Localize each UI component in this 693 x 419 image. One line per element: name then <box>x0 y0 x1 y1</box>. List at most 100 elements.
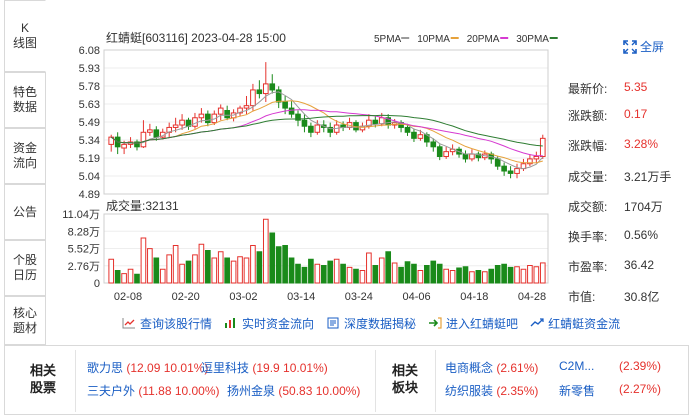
info-label: 市盈率: <box>568 260 608 274</box>
tab-feature-data[interactable]: 特色 数据 <box>4 72 46 128</box>
info-value: 0.17 <box>624 107 648 121</box>
link-realtime-fund-flow[interactable]: 实时资金流向 <box>224 314 314 332</box>
volume-bar <box>456 267 462 284</box>
related-stock-detail: (11.88 10.00%) <box>138 384 220 398</box>
date-tick-label: 04-06 <box>403 291 431 303</box>
volume-bar <box>295 263 301 284</box>
fullscreen-button[interactable]: 全屏 <box>623 38 664 55</box>
volume-tick-label: 0 <box>94 278 100 290</box>
document-icon <box>327 317 339 329</box>
info-value: 3.21万手 <box>624 170 672 184</box>
kline-chart[interactable]: 红蜻蜓[603116] 2023-04-28 15:00 5PMA 10PMA 20… <box>52 0 562 345</box>
candle-body <box>404 126 411 133</box>
link-deep-data[interactable]: 深度数据揭秘 <box>326 314 416 332</box>
info-label: 涨跌额: <box>568 109 608 123</box>
info-value: 1704万 <box>624 200 663 214</box>
volume-bar <box>469 271 475 284</box>
related-stock-item[interactable]: 歌力思 (12.09 10.01%) <box>87 359 208 375</box>
candle-body <box>308 125 314 133</box>
candle-body <box>243 105 250 109</box>
related-sector-detail-right: (2.39%) <box>619 359 661 375</box>
tab-stock-calendar[interactable]: 个股 日历 <box>4 240 46 296</box>
volume-bar <box>353 268 359 284</box>
volume-bar <box>462 266 469 284</box>
info-label: 最新价: <box>568 82 608 96</box>
volume-bar <box>172 245 179 284</box>
related-stock-item[interactable]: 三夫户外 (11.88 10.00%) <box>87 382 220 398</box>
volume-bar <box>514 266 520 284</box>
price-tick-label: 4.89 <box>79 189 100 201</box>
volume-bar <box>424 265 430 284</box>
candle-body <box>179 119 185 126</box>
candle-body <box>250 89 256 107</box>
date-tick-label: 04-28 <box>518 291 546 303</box>
divider <box>75 350 76 412</box>
volume-tick-label: 11.04万 <box>62 209 100 221</box>
left-tab-bar: K 线图 特色 数据 资金 流向 公告 个股 日历 核心 题材 <box>4 0 46 345</box>
volume-bar <box>320 265 327 284</box>
related-sector-name[interactable]: C2M... <box>559 359 594 373</box>
ma-legend-label: 10PMA <box>417 34 450 45</box>
volume-bar <box>327 260 334 284</box>
info-value: 0.56% <box>624 228 659 242</box>
volume-bar <box>417 270 424 284</box>
info-label: 成交量: <box>568 170 608 184</box>
tab-fund-flow[interactable]: 资金 流向 <box>4 128 46 184</box>
related-sectors-title: 相关 板块 <box>391 363 418 395</box>
volume-bar <box>108 258 115 284</box>
candle-body <box>469 153 475 160</box>
candle-body <box>430 141 437 148</box>
volume-bar <box>346 266 353 284</box>
related-sector-detail: (2.27%) <box>619 382 662 396</box>
info-change-amount: 涨跌额: 0.17 <box>568 107 688 125</box>
link-enter-forum[interactable]: 进入红蜻蜓吧 <box>428 314 518 332</box>
related-sector-name[interactable]: 新零售 <box>559 384 595 398</box>
date-tick-label: 03-24 <box>345 291 373 303</box>
tab-core-themes[interactable]: 核心 题材 <box>4 296 46 345</box>
related-stock-name[interactable]: 扬州金泉 <box>227 384 275 398</box>
related-sector-item[interactable]: 新零售 <box>559 382 595 398</box>
tab-kline[interactable]: K 线图 <box>4 0 46 72</box>
candle-body <box>411 131 417 139</box>
volume-bar <box>449 270 456 284</box>
related-sector-item[interactable]: 电商概念 (2.61%) <box>445 359 538 375</box>
tab-announcements[interactable]: 公告 <box>4 184 46 240</box>
related-sector-item[interactable]: 纺织服装 (2.35%) <box>445 382 538 398</box>
volume-bar <box>494 265 501 284</box>
info-volume: 成交量: 3.21万手 <box>568 168 688 186</box>
volume-bar <box>121 273 127 284</box>
kline-chart-svg[interactable]: 红蜻蜓[603116] 2023-04-28 15:00 5PMA 10PMA 20… <box>52 0 562 345</box>
related-sector-detail: (2.35%) <box>496 384 539 398</box>
volume-bar <box>256 251 263 284</box>
link-money-flow[interactable]: 红蜻蜓资金流 <box>530 314 620 332</box>
volume-tick-label: 8.28万 <box>68 226 100 238</box>
candle-body <box>217 107 224 115</box>
volume-bar <box>333 258 340 284</box>
related-stock-detail: (50.83 10.00%) <box>278 384 361 398</box>
related-stock-name[interactable]: 逗里科技 <box>201 361 249 375</box>
candle-body <box>436 146 443 157</box>
related-sector-item[interactable]: C2M... <box>559 359 594 375</box>
related-sector-name[interactable]: 纺织服装 <box>445 384 493 398</box>
price-tick-label: 5.34 <box>79 135 100 147</box>
info-label: 换手率: <box>568 230 608 244</box>
volume-bar <box>250 245 256 284</box>
related-stock-name[interactable]: 三夫户外 <box>87 384 135 398</box>
related-stock-item[interactable]: 逗里科技 (19.9 10.01%) <box>201 359 328 375</box>
related-stock-name[interactable]: 歌力思 <box>87 361 123 375</box>
candle-body <box>147 129 153 133</box>
volume-bar <box>527 265 533 284</box>
divider <box>435 350 436 412</box>
info-turnover: 成交额: 1704万 <box>568 198 688 216</box>
related-stock-item[interactable]: 扬州金泉 (50.83 10.00%) <box>227 382 360 398</box>
volume-bar <box>205 250 211 284</box>
volume-bar <box>134 273 140 284</box>
price-axis: 6.08 5.93 5.78 5.63 5.49 5.34 5.19 5.04 4.89 <box>79 45 100 201</box>
candle-body <box>256 89 263 95</box>
line-chart-icon <box>122 318 135 329</box>
related-sector-name[interactable]: 电商概念 <box>445 361 493 375</box>
candle-body <box>140 131 147 148</box>
volume-bar <box>230 260 237 284</box>
link-query-quote[interactable]: 查询该股行情 <box>122 314 212 332</box>
volume-bar <box>275 246 282 284</box>
